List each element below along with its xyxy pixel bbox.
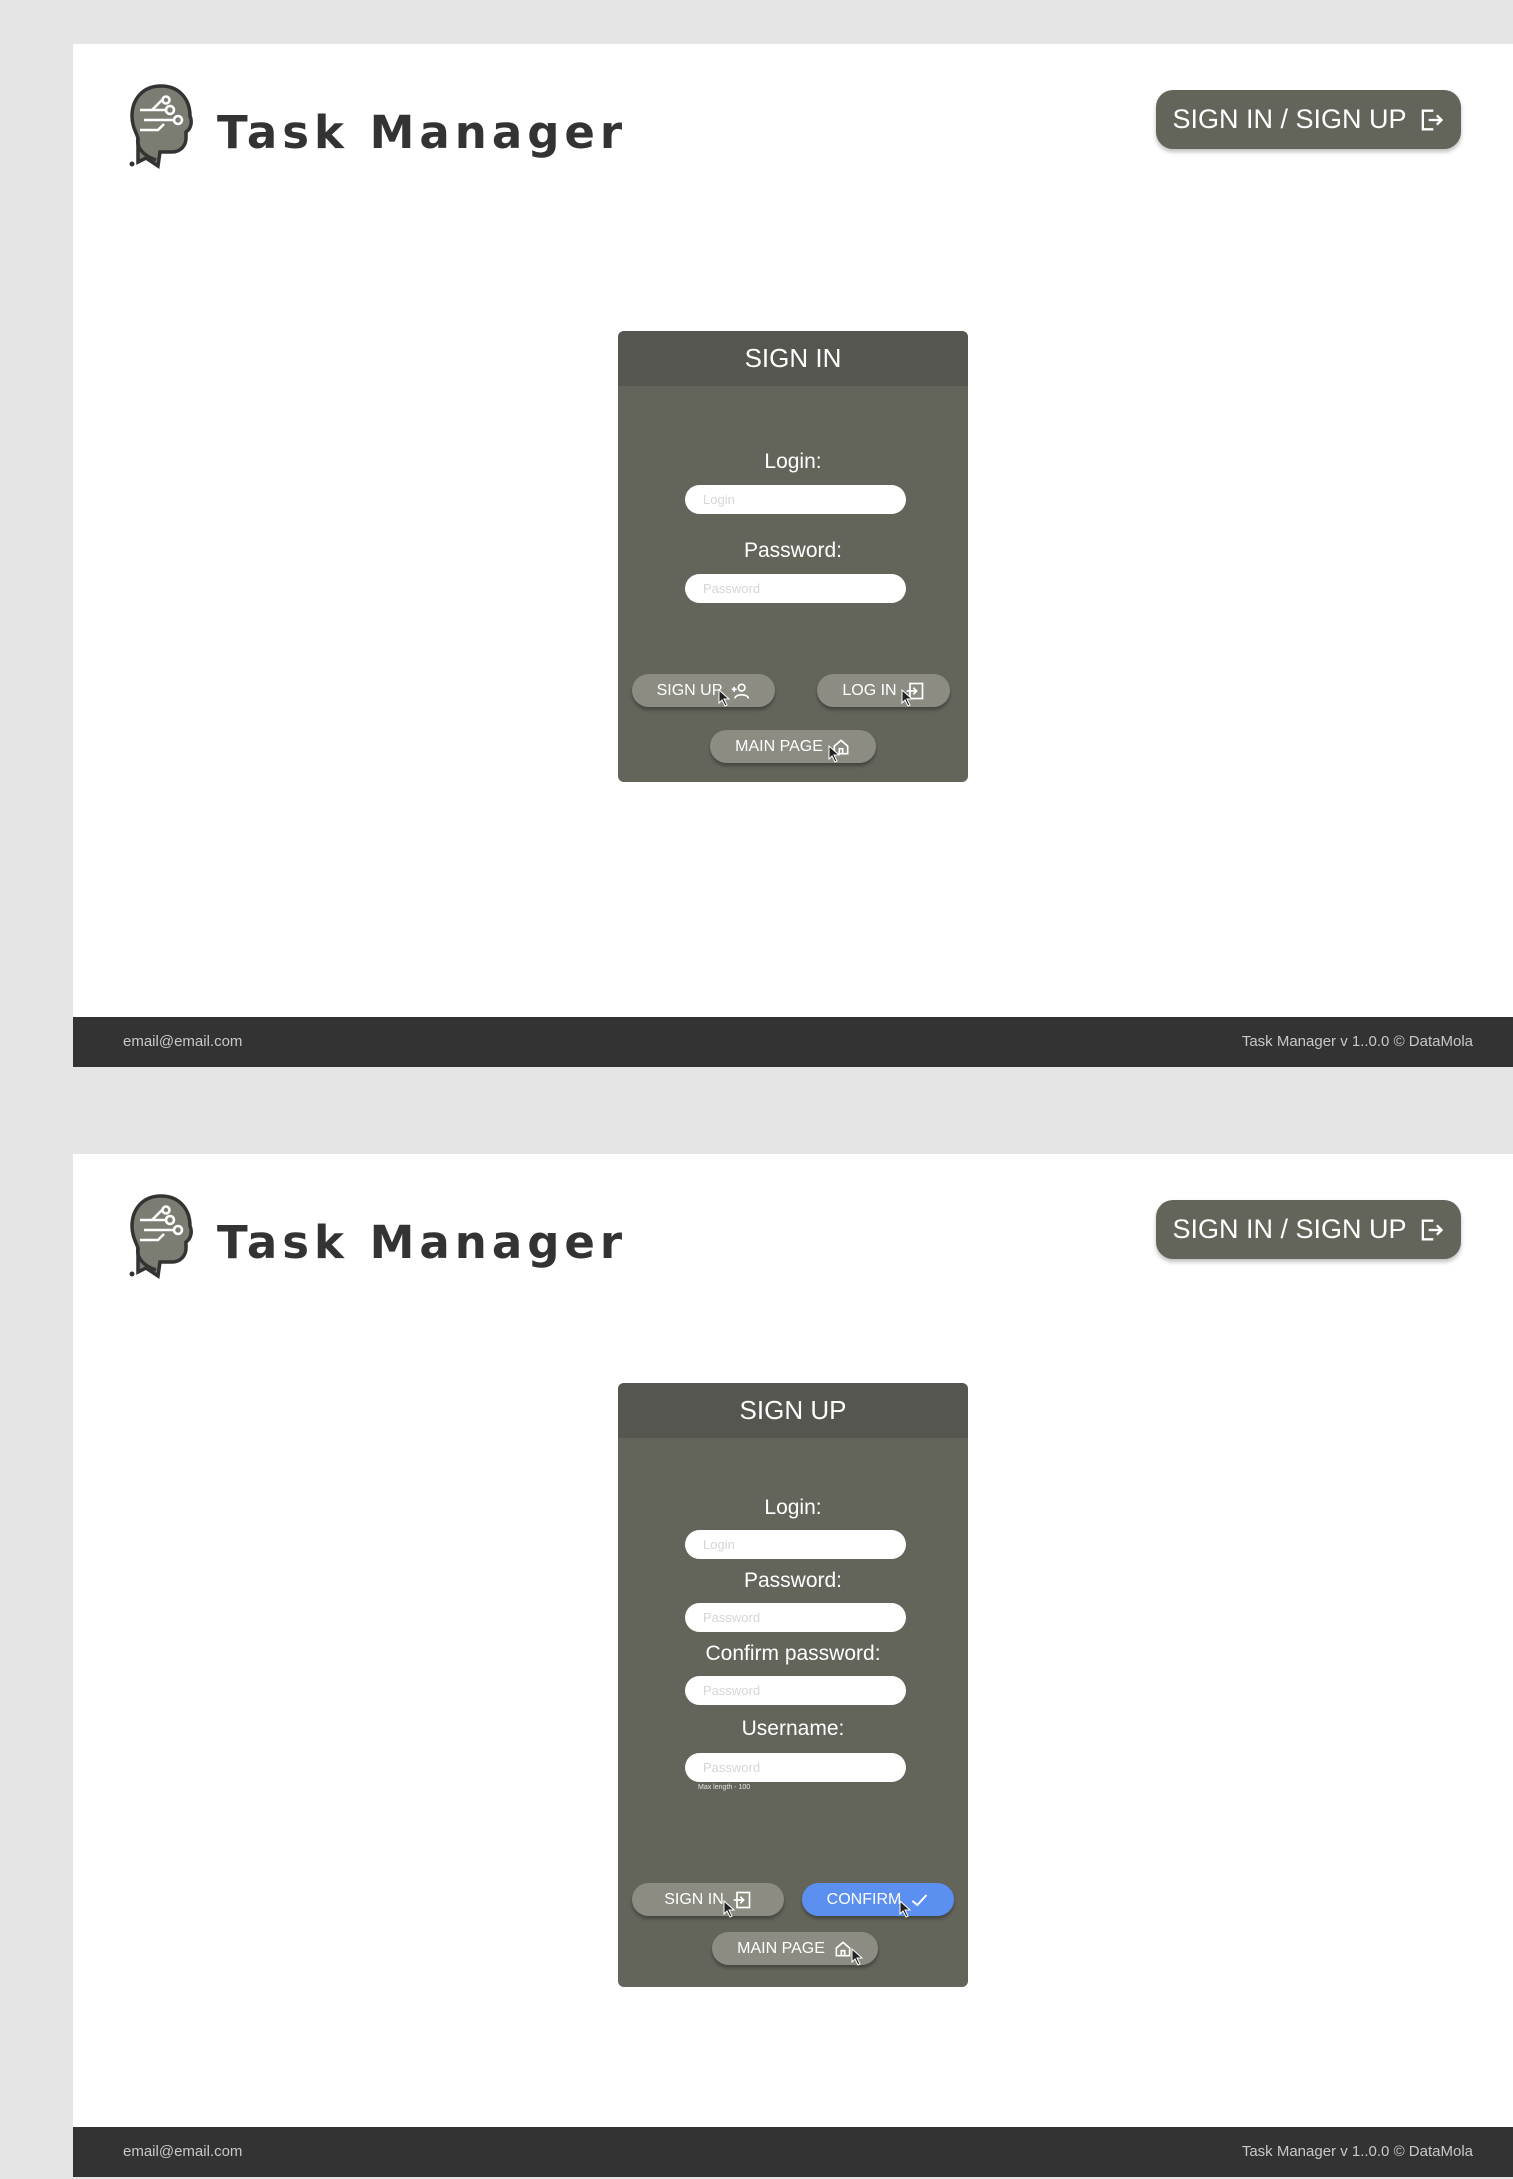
app-title: Task Manager bbox=[217, 106, 628, 159]
confirm-button-label: CONFIRM bbox=[826, 1890, 902, 1908]
logo-icon bbox=[129, 1194, 193, 1279]
signup-label: SIGN UP bbox=[656, 681, 723, 699]
app-title: Task Manager bbox=[217, 1216, 628, 1269]
signup-button[interactable]: SIGN UP bbox=[632, 674, 775, 707]
cursor-icon bbox=[899, 1900, 912, 1918]
cursor-icon bbox=[723, 1900, 736, 1918]
cursor-icon bbox=[718, 689, 731, 707]
username-label: Username: bbox=[741, 1717, 845, 1740]
confirm-button[interactable]: CONFIRM bbox=[802, 1883, 954, 1916]
signin-signup-label: SIGN IN / SIGN UP bbox=[1172, 104, 1407, 134]
login-label: Login: bbox=[764, 450, 822, 473]
confirm-password-label: Confirm password: bbox=[705, 1642, 881, 1665]
footer: email@email.com Task Manager v 1..0.0 © … bbox=[73, 2127, 1513, 2177]
logout-arrow-icon bbox=[1421, 109, 1443, 130]
signin-signup-label: SIGN IN / SIGN UP bbox=[1172, 1214, 1407, 1244]
password-input[interactable] bbox=[685, 574, 906, 603]
home-icon bbox=[835, 1940, 851, 1956]
logo-icon bbox=[129, 84, 193, 169]
main-page-button[interactable]: MAIN PAGE bbox=[710, 730, 876, 763]
confirm-password-input[interactable] bbox=[685, 1676, 906, 1705]
signin-screen: Task Manager SIGN IN / SIGN UP SIGN IN L… bbox=[73, 44, 1513, 1067]
login-input[interactable] bbox=[685, 1530, 906, 1559]
signin-signup-button[interactable]: SIGN IN / SIGN UP bbox=[1156, 1200, 1461, 1259]
card-title: SIGN IN bbox=[618, 331, 968, 386]
signin-card: SIGN IN Login: Password: SIGN UP LOG IN … bbox=[618, 331, 968, 782]
password-label: Password: bbox=[743, 539, 843, 562]
password-input[interactable] bbox=[685, 1603, 906, 1632]
footer-email[interactable]: email@email.com bbox=[123, 2143, 242, 2160]
cursor-icon bbox=[828, 745, 841, 763]
signup-screen: Task Manager SIGN IN / SIGN UP SIGN UP L… bbox=[73, 1154, 1513, 2177]
password-label: Password: bbox=[743, 1569, 843, 1592]
logout-arrow-icon bbox=[1421, 1219, 1443, 1240]
username-hint: Max length - 100 bbox=[698, 1784, 751, 1791]
signin-signup-button[interactable]: SIGN IN / SIGN UP bbox=[1156, 90, 1461, 149]
signup-card: SIGN UP Login: Password: Confirm passwor… bbox=[618, 1383, 968, 1987]
signin-button[interactable]: SIGN IN bbox=[632, 1883, 784, 1916]
footer-copyright: Task Manager v 1..0.0 © DataMola bbox=[1241, 2143, 1473, 2160]
login-input[interactable] bbox=[685, 485, 906, 514]
card-title: SIGN UP bbox=[618, 1383, 968, 1438]
cursor-icon bbox=[901, 689, 914, 707]
user-add-icon bbox=[732, 683, 750, 699]
login-label: Login: bbox=[764, 1496, 822, 1519]
footer-copyright: Task Manager v 1..0.0 © DataMola bbox=[1241, 1033, 1473, 1050]
login-button-label: LOG IN bbox=[842, 681, 897, 699]
login-button[interactable]: LOG IN bbox=[817, 674, 950, 707]
footer: email@email.com Task Manager v 1..0.0 © … bbox=[73, 1017, 1513, 1067]
cursor-icon bbox=[851, 1948, 864, 1966]
username-input[interactable] bbox=[685, 1753, 906, 1782]
main-page-label: MAIN PAGE bbox=[735, 737, 823, 755]
main-page-label: MAIN PAGE bbox=[737, 1939, 825, 1957]
signin-button-label: SIGN IN bbox=[664, 1890, 724, 1908]
footer-email[interactable]: email@email.com bbox=[123, 1033, 242, 1050]
